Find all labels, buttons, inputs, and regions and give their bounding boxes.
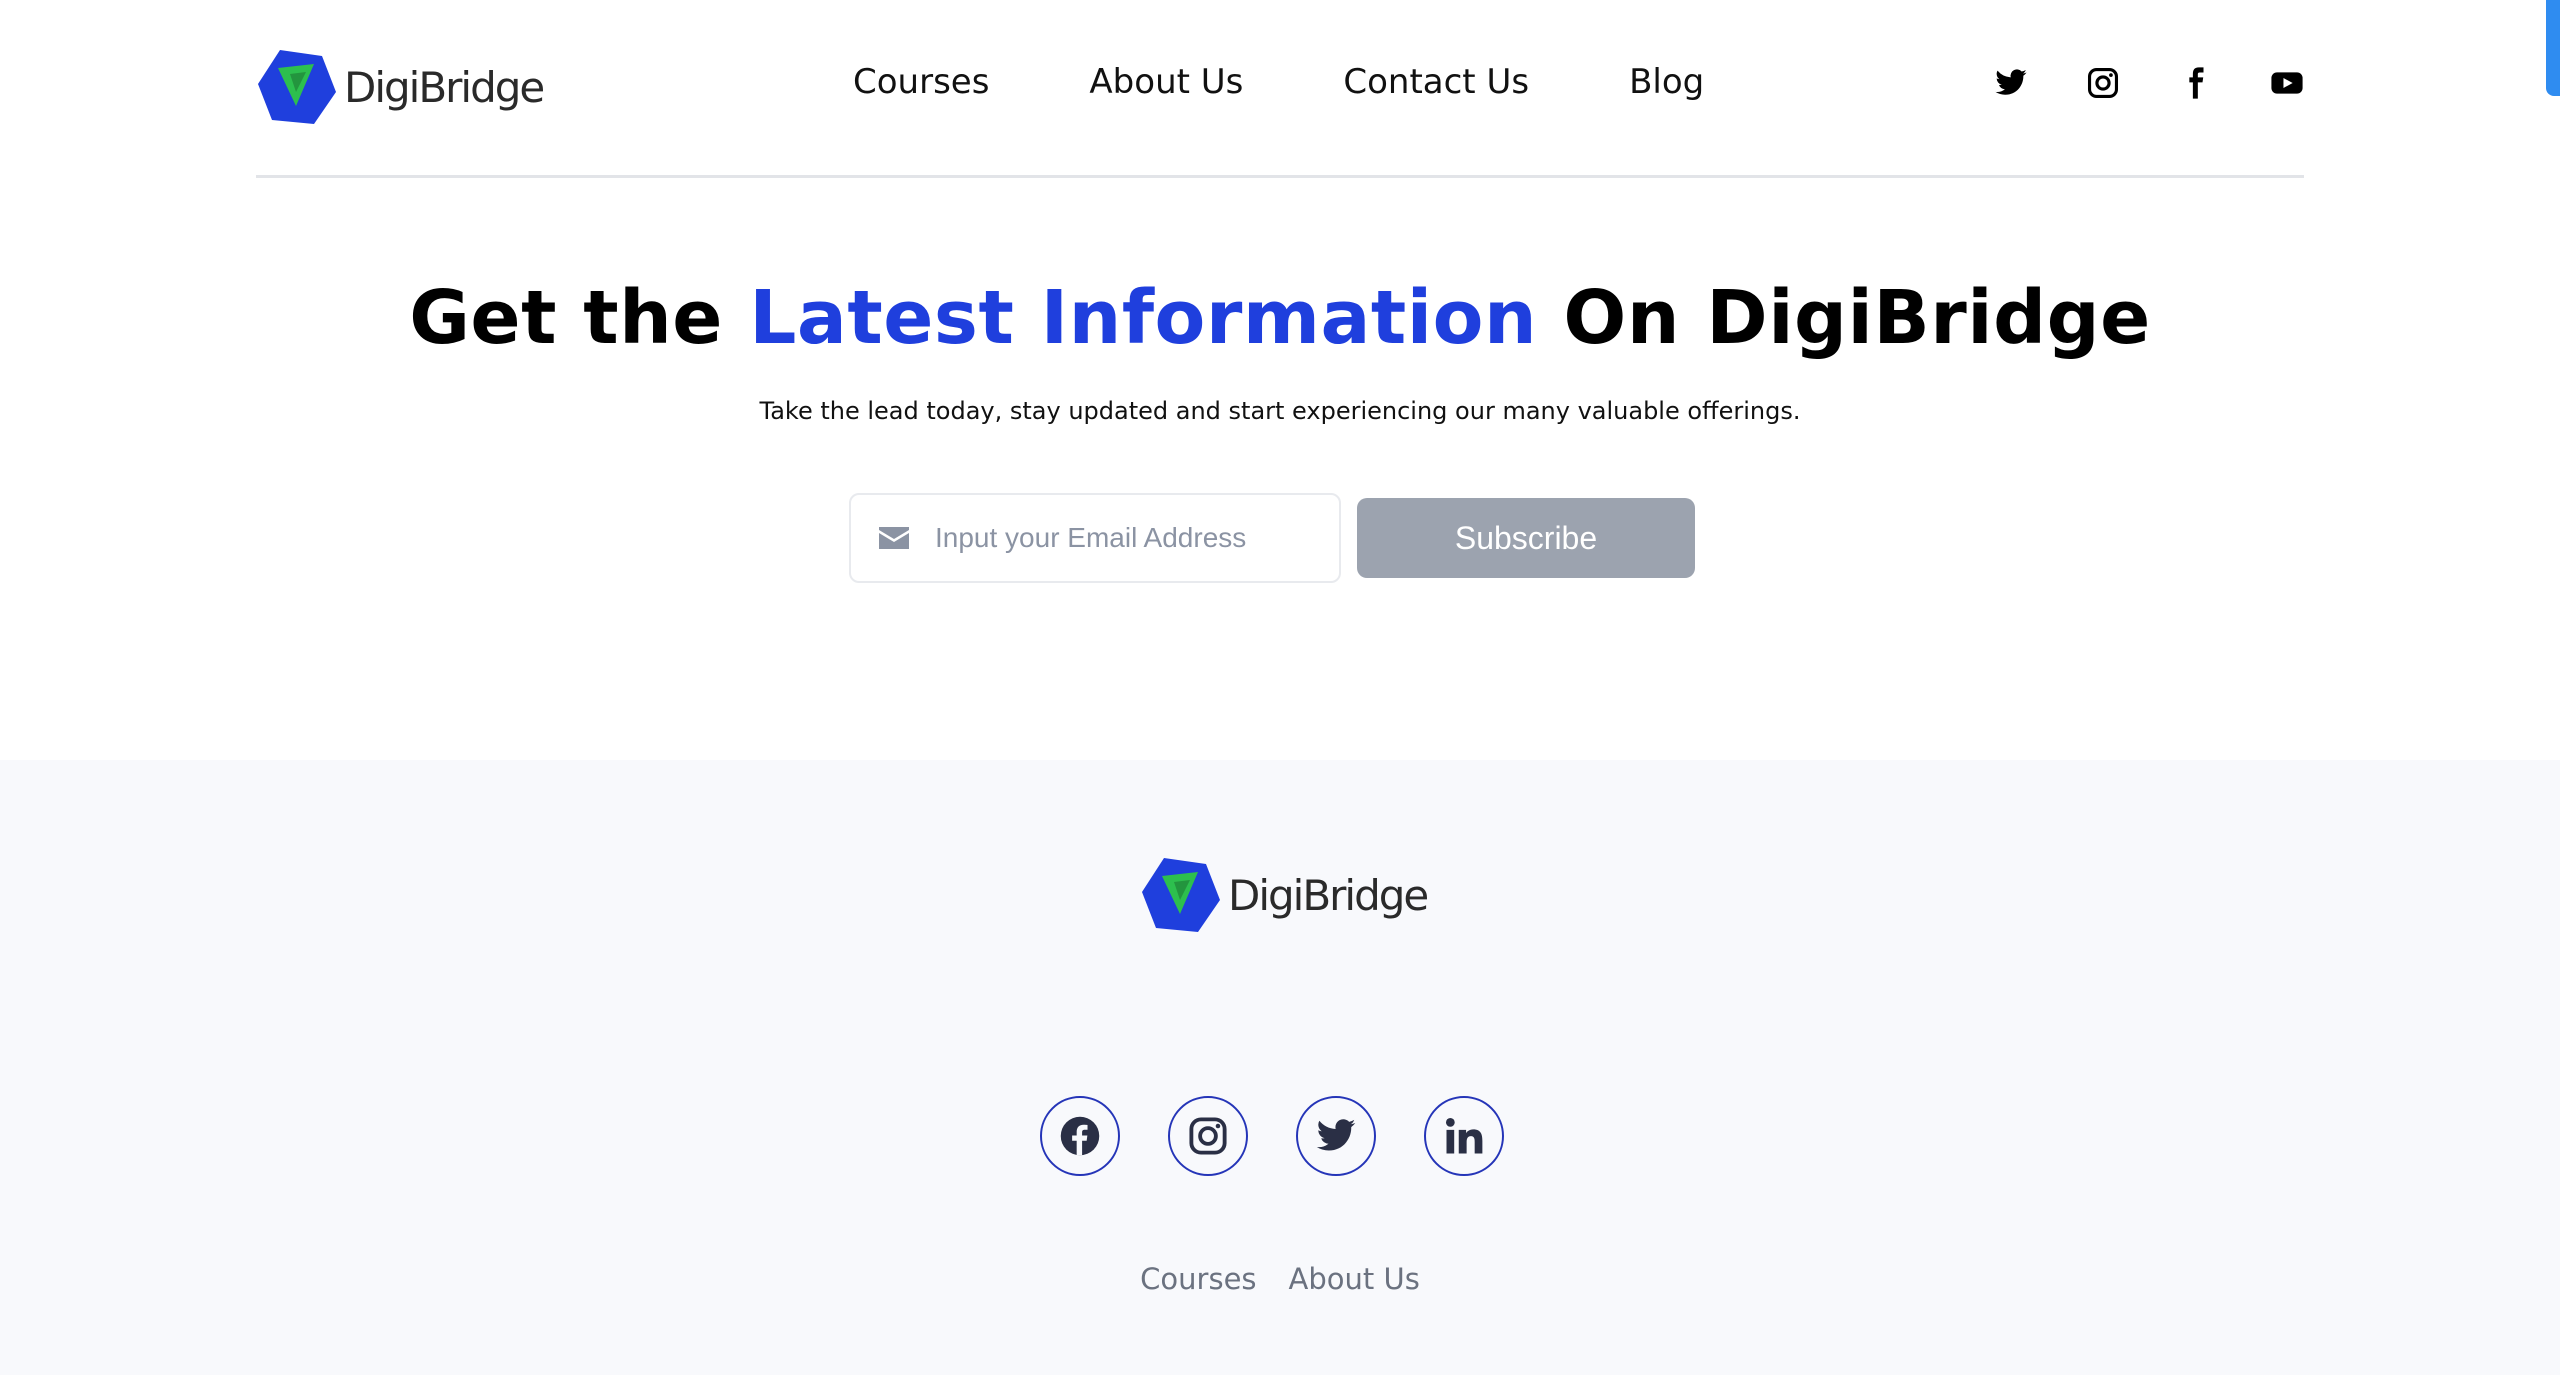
brand-name: DigiBridge bbox=[344, 62, 545, 112]
hero-title: Get the Latest Information On DigiBridge bbox=[0, 275, 2560, 361]
nav-blog[interactable]: Blog bbox=[1629, 62, 1704, 102]
facebook-icon[interactable] bbox=[2178, 66, 2212, 100]
nav-courses[interactable]: Courses bbox=[853, 62, 989, 102]
linkedin-icon[interactable] bbox=[1424, 1096, 1504, 1176]
footer-links: Courses About Us bbox=[0, 1262, 2560, 1296]
twitter-icon[interactable] bbox=[1994, 66, 2028, 100]
envelope-icon bbox=[879, 527, 909, 549]
instagram-icon[interactable] bbox=[1168, 1096, 1248, 1176]
digibridge-logo-icon bbox=[258, 50, 336, 124]
footer-logo[interactable]: DigiBridge bbox=[1140, 854, 1429, 936]
hero-title-part1: Get the bbox=[409, 275, 750, 361]
top-nav: Courses About Us Contact Us Blog bbox=[853, 62, 1704, 102]
footer-brand-name: DigiBridge bbox=[1228, 870, 1429, 920]
footer-link-about-us[interactable]: About Us bbox=[1289, 1262, 1420, 1296]
nav-about-us[interactable]: About Us bbox=[1089, 62, 1243, 102]
instagram-icon[interactable] bbox=[2086, 66, 2120, 100]
youtube-icon[interactable] bbox=[2270, 66, 2304, 100]
newsletter-hero: Get the Latest Information On DigiBridge… bbox=[0, 275, 2560, 425]
nav-contact-us[interactable]: Contact Us bbox=[1343, 62, 1529, 102]
twitter-icon[interactable] bbox=[1296, 1096, 1376, 1176]
email-input[interactable] bbox=[933, 521, 1317, 555]
footer-social-links bbox=[1040, 1096, 1504, 1176]
hero-title-accent: Latest Information bbox=[749, 275, 1538, 361]
subscribe-form: Subscribe bbox=[849, 493, 1695, 583]
digibridge-logo-icon bbox=[1142, 858, 1220, 932]
scroll-indicator[interactable] bbox=[2546, 0, 2560, 96]
header-logo[interactable]: DigiBridge bbox=[256, 46, 545, 128]
header-social-links bbox=[1994, 66, 2304, 100]
subscribe-button[interactable]: Subscribe bbox=[1357, 498, 1695, 578]
facebook-icon[interactable] bbox=[1040, 1096, 1120, 1176]
site-header: DigiBridge Courses About Us Contact Us B… bbox=[256, 0, 2304, 178]
hero-subtitle: Take the lead today, stay updated and st… bbox=[759, 397, 1801, 425]
hero-title-part2: On DigiBridge bbox=[1537, 275, 2151, 361]
email-field[interactable] bbox=[849, 493, 1341, 583]
site-footer: DigiBridge Courses About Us bbox=[0, 760, 2560, 1375]
footer-link-courses[interactable]: Courses bbox=[1140, 1262, 1256, 1296]
